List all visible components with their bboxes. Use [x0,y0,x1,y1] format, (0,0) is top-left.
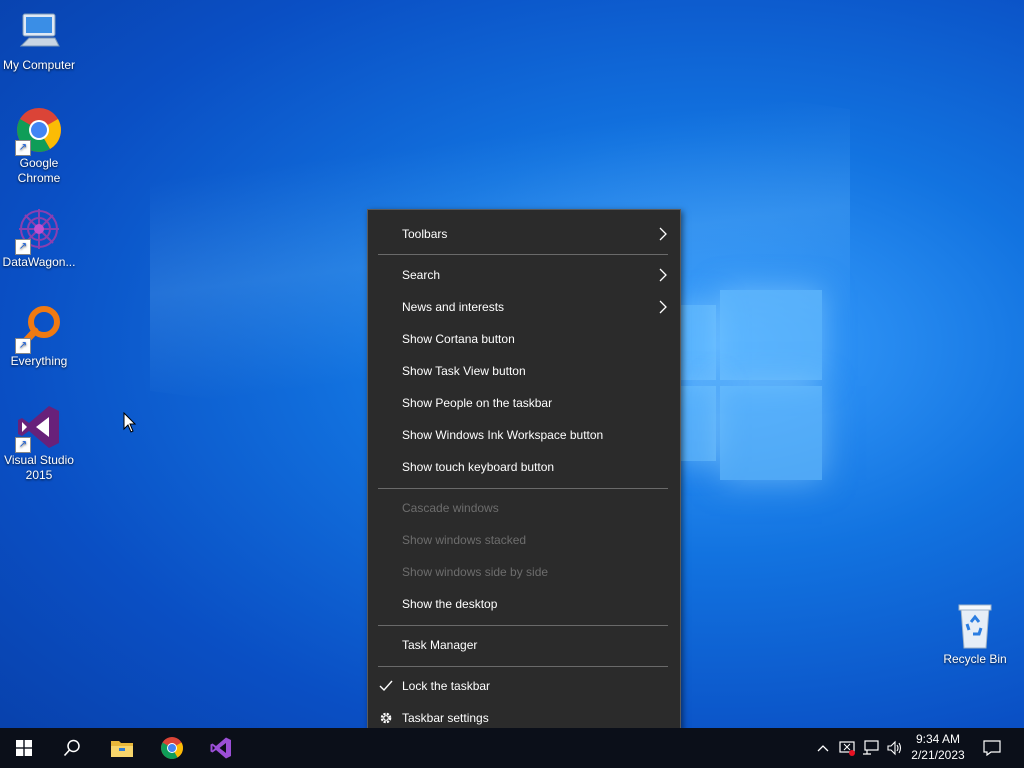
taskbar: 9:34 AM 2/21/2023 [0,728,1024,768]
chrome-icon: ↗ [15,106,63,156]
menu-item-show-windows-ink[interactable]: Show Windows Ink Workspace button [368,419,680,451]
notification-icon [983,740,1001,756]
shortcut-arrow-icon: ↗ [15,437,31,453]
menu-item-search[interactable]: Search [368,259,680,291]
desktop-icon-visual-studio[interactable]: ↗ Visual Studio 2015 [0,403,78,483]
computer-icon [15,8,63,56]
menu-item-show-windows-stacked: Show windows stacked [402,533,527,547]
desktop-icon-datawagon[interactable]: ↗ DataWagon... [0,205,78,270]
menu-item-task-manager[interactable]: Task Manager [368,629,680,661]
menu-item-lock-the-taskbar[interactable]: Lock the taskbar [368,670,680,702]
shortcut-arrow-icon: ↗ [15,140,31,156]
desktop-icon-everything[interactable]: ↗ Everything [0,304,78,369]
menu-item-show-windows-side-by-side: Show windows side by side [402,565,549,579]
chevron-up-icon [817,745,829,752]
desktop-icon-google-chrome[interactable]: ↗ Google Chrome [0,106,78,186]
desktop-icon-label: DataWagon... [2,255,76,269]
checkmark-icon [379,680,393,692]
chevron-right-icon [659,268,667,282]
start-button[interactable] [0,728,48,768]
menu-item-show-the-desktop[interactable]: Show the desktop [368,588,680,620]
menu-item-show-people[interactable]: Show People on the taskbar [368,387,680,419]
visual-studio-icon [210,737,231,759]
shortcut-arrow-icon: ↗ [15,239,31,255]
menu-divider [378,254,668,255]
desktop-icon-label: Visual Studio 2015 [4,453,74,482]
action-center-button[interactable] [978,728,1006,768]
tray-network[interactable] [860,728,882,768]
menu-divider [378,625,668,626]
shortcut-arrow-icon: ↗ [15,338,31,354]
clock-time: 9:34 AM [915,732,961,746]
menu-divider [378,488,668,489]
datawagon-icon: ↗ [15,205,63,255]
taskbar-file-explorer[interactable] [98,728,146,768]
chrome-icon [161,737,183,759]
taskbar-chrome[interactable] [148,728,196,768]
visual-studio-icon: ↗ [15,403,63,453]
start-icon [16,740,32,756]
volume-icon [887,740,902,756]
tray-volume[interactable] [884,728,906,768]
magnifier-icon: ↗ [15,304,63,354]
menu-item-cascade-windows: Cascade windows [402,501,499,515]
taskbar-search-button[interactable] [48,728,96,768]
network-icon [863,740,879,755]
network-warning-icon [839,741,855,756]
taskbar-clock[interactable]: 9:34 AM 2/21/2023 [905,731,971,763]
menu-item-show-task-view-button[interactable]: Show Task View button [368,355,680,387]
desktop-icon-label: Recycle Bin [943,652,1007,666]
menu-item-news-and-interests[interactable]: News and interests [368,291,680,323]
desktop-icon-recycle-bin[interactable]: Recycle Bin [936,602,1014,667]
wallpaper-windows-logo [680,290,822,480]
desktop-icon-my-computer[interactable]: My Computer [0,8,78,73]
menu-item-show-cortana-button[interactable]: Show Cortana button [368,323,680,355]
taskbar-visual-studio[interactable] [197,728,245,768]
taskbar-context-menu: Toolbars Search News and interests Show … [367,209,681,745]
menu-item-show-touch-keyboard[interactable]: Show touch keyboard button [368,451,680,483]
desktop-icon-label: Everything [10,354,68,368]
search-icon [63,739,80,757]
recycle-bin-icon [951,602,999,650]
chevron-right-icon [659,227,667,241]
gear-icon [380,712,392,724]
desktop-icon-label: My Computer [2,58,76,72]
file-explorer-icon [111,741,133,757]
desktop-icon-label: Google Chrome [17,156,61,185]
show-hidden-icons-button[interactable] [812,728,834,768]
menu-divider [378,666,668,667]
clock-date: 2/21/2023 [911,748,965,762]
chevron-right-icon [659,300,667,314]
menu-item-toolbars[interactable]: Toolbars [368,218,680,250]
tray-network-warning[interactable] [836,728,858,768]
mouse-cursor-icon [123,412,137,433]
